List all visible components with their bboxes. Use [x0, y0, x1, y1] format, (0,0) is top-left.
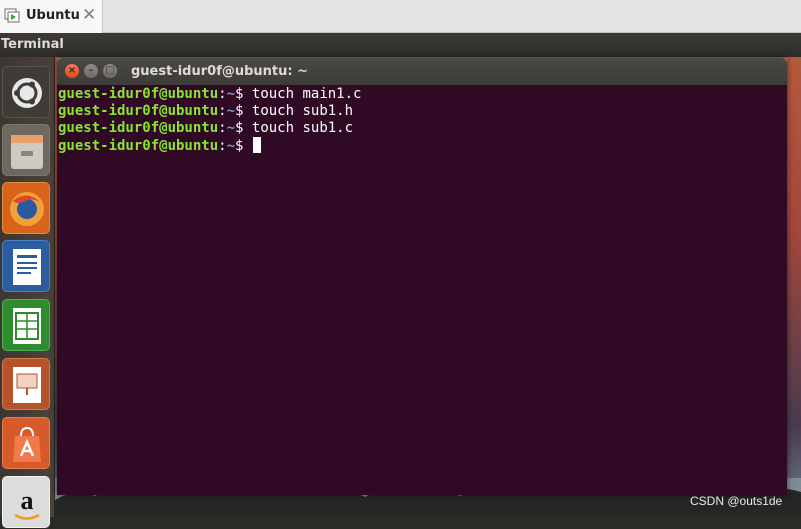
- prompt-path: ~: [226, 138, 236, 154]
- prompt-colon: :: [218, 86, 227, 102]
- vm-play-icon: [4, 8, 21, 24]
- minimize-window-button[interactable]: –: [84, 64, 98, 78]
- maximize-window-button[interactable]: □: [103, 64, 117, 78]
- calc-spreadsheet-icon: [13, 308, 41, 344]
- unity-launcher: a: [0, 57, 55, 528]
- prompt-user: guest-idur0f@ubuntu: [58, 103, 219, 119]
- vm-tab-label: Ubuntu: [26, 8, 80, 23]
- impress-presentation-icon: [13, 367, 41, 403]
- prompt-path: ~: [226, 103, 236, 119]
- active-app-name: Terminal: [1, 37, 64, 52]
- prompt-path: ~: [226, 120, 236, 136]
- launcher-item-dash-home[interactable]: [2, 66, 50, 118]
- command-text: touch main1.c: [243, 86, 362, 102]
- launcher-item-libreoffice-calc[interactable]: [2, 299, 50, 351]
- terminal-window[interactable]: × – □ guest-idur0f@ubuntu: ~ guest-idur0…: [57, 58, 787, 495]
- prompt-user: guest-idur0f@ubuntu: [58, 120, 219, 136]
- prompt-colon: :: [218, 103, 227, 119]
- command-text: [243, 138, 251, 154]
- prompt-colon: :: [218, 138, 227, 154]
- terminal-line: guest-idur0f@ubuntu:~$ touch sub1.h: [58, 103, 353, 120]
- prompt-colon: :: [218, 120, 227, 136]
- launcher-item-libreoffice-impress[interactable]: [2, 358, 50, 410]
- vm-tab-ubuntu[interactable]: Ubuntu ✕: [0, 0, 103, 33]
- prompt-user: guest-idur0f@ubuntu: [58, 86, 219, 102]
- launcher-item-libreoffice-writer[interactable]: [2, 240, 50, 292]
- launcher-item-ubuntu-software[interactable]: [2, 417, 50, 469]
- command-text: touch sub1.c: [243, 120, 354, 136]
- top-panel: Terminal: [0, 33, 801, 57]
- terminal-line: guest-idur0f@ubuntu:~$ touch sub1.c: [58, 120, 353, 137]
- terminal-window-title: guest-idur0f@ubuntu: ~: [131, 64, 309, 79]
- vm-tab-bar: Ubuntu ✕: [0, 0, 801, 33]
- launcher-item-files[interactable]: [2, 124, 50, 176]
- command-text: touch sub1.h: [243, 103, 354, 119]
- terminal-line[interactable]: guest-idur0f@ubuntu:~$: [58, 137, 261, 154]
- svg-text:a: a: [21, 486, 34, 515]
- prompt-path: ~: [226, 86, 236, 102]
- shopping-bag-icon: [13, 426, 41, 462]
- ubuntu-logo-icon: [12, 78, 42, 108]
- amazon-logo-icon: a: [14, 486, 40, 520]
- watermark: CSDN @outs1de: [690, 494, 783, 508]
- launcher-item-amazon[interactable]: a: [2, 476, 50, 528]
- terminal-titlebar[interactable]: × – □ guest-idur0f@ubuntu: ~: [57, 58, 787, 85]
- text-cursor: [252, 137, 261, 153]
- launcher-item-firefox[interactable]: [2, 182, 50, 234]
- close-icon[interactable]: ✕: [82, 5, 96, 25]
- writer-document-icon: [13, 249, 41, 285]
- firefox-icon: [10, 192, 44, 226]
- prompt-user: guest-idur0f@ubuntu: [58, 138, 219, 154]
- terminal-output-area[interactable]: guest-idur0f@ubuntu:~$ touch main1.c gue…: [57, 85, 787, 495]
- close-window-button[interactable]: ×: [65, 64, 79, 78]
- terminal-line: guest-idur0f@ubuntu:~$ touch main1.c: [58, 86, 361, 103]
- file-cabinet-icon: [11, 135, 43, 169]
